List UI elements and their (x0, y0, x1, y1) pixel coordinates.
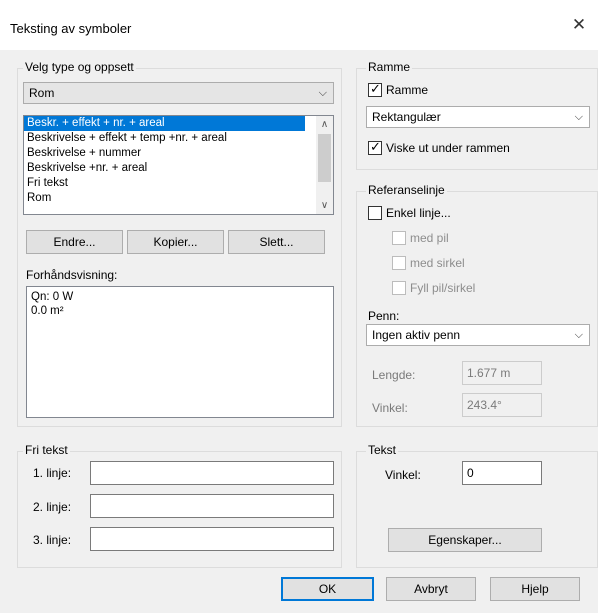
angle-ref-field[interactable]: 243.4° (462, 393, 542, 417)
list-scrollbar[interactable]: ∧ ∨ (316, 116, 333, 214)
with-arrow-checkbox-box[interactable] (392, 231, 406, 245)
checkmark-icon: ✓ (370, 139, 381, 154)
preview-box: Qn: 0 W 0.0 m² (26, 286, 334, 418)
with-circle-checkbox[interactable]: med sirkel (392, 256, 465, 270)
type-listbox[interactable]: Beskr. + effekt + nr. + areal Beskrivels… (23, 115, 334, 215)
properties-button[interactable]: Egenskaper... (388, 528, 542, 552)
with-arrow-checkbox[interactable]: med pil (392, 231, 449, 245)
line2-label: 2. linje: (33, 500, 72, 514)
list-item[interactable]: Beskrivelse + effekt + temp +nr. + areal (24, 131, 333, 146)
line3-input[interactable] (90, 527, 334, 551)
window-title: Teksting av symboler (10, 21, 132, 36)
frame-checkbox-box[interactable]: ✓ (368, 81, 382, 97)
pen-combo[interactable]: Ingen aktiv penn ⌵ (366, 324, 590, 346)
fill-arrow-label: Fyll pil/sirkel (410, 281, 476, 295)
list-item[interactable]: Rom (24, 191, 333, 206)
close-icon[interactable]: ✕ (566, 12, 592, 38)
type-combo[interactable]: Rom ⌵ (23, 82, 334, 104)
frame-shape-value: Rektangulær (372, 110, 441, 124)
list-item[interactable]: Beskrivelse + nummer (24, 146, 333, 161)
dialog: Teksting av symboler ✕ Velg type og opps… (0, 0, 598, 613)
chevron-down-icon: ⌵ (574, 111, 583, 123)
frame-checkbox-label: Ramme (386, 83, 429, 97)
text-group-label: Tekst (366, 443, 399, 457)
text-angle-label: Vinkel: (385, 468, 421, 482)
type-combo-value: Rom (29, 86, 55, 100)
preview-label: Forhåndsvisning: (26, 268, 118, 282)
text-angle-input[interactable]: 0 (462, 461, 542, 485)
line1-label: 1. linje: (33, 466, 72, 480)
pen-label: Penn: (368, 309, 400, 323)
with-circle-label: med sirkel (410, 256, 465, 270)
help-button[interactable]: Hjelp (490, 577, 580, 601)
checkmark-icon: ✓ (370, 81, 381, 96)
free-text-group-label: Fri tekst (23, 443, 70, 457)
copy-button[interactable]: Kopier... (127, 230, 224, 254)
preview-line: Qn: 0 W (31, 291, 74, 303)
length-field[interactable]: 1.677 m (462, 361, 542, 385)
scroll-thumb[interactable] (318, 134, 331, 182)
list-item[interactable]: Fri tekst (24, 176, 333, 191)
ok-button[interactable]: OK (281, 577, 374, 601)
chevron-down-icon: ⌵ (318, 87, 327, 99)
erase-checkbox-box[interactable]: ✓ (368, 139, 382, 155)
length-label: Lengde: (372, 368, 416, 382)
line1-input[interactable] (90, 461, 334, 485)
fill-arrow-checkbox[interactable]: Fyll pil/sirkel (392, 281, 475, 295)
erase-checkbox[interactable]: ✓ Viske ut under rammen (368, 139, 510, 155)
simple-line-checkbox-box[interactable] (368, 206, 382, 220)
line3-label: 3. linje: (33, 533, 72, 547)
simple-line-checkbox[interactable]: Enkel linje... (368, 206, 451, 220)
delete-button[interactable]: Slett... (228, 230, 325, 254)
frame-group-label: Ramme (366, 60, 413, 74)
fill-arrow-checkbox-box[interactable] (392, 281, 406, 295)
frame-shape-combo[interactable]: Rektangulær ⌵ (366, 106, 590, 128)
list-item[interactable]: Beskrivelse +nr. + areal (24, 161, 333, 176)
simple-line-label: Enkel linje... (386, 206, 451, 220)
angle-ref-label: Vinkel: (372, 401, 408, 415)
preview-line: 0.0 m² (31, 305, 64, 317)
reference-line-group-label: Referanselinje (366, 183, 447, 197)
cancel-button[interactable]: Avbryt (386, 577, 476, 601)
list-item[interactable]: Beskr. + effekt + nr. + areal (24, 116, 305, 131)
type-group-label: Velg type og oppsett (23, 60, 136, 74)
edit-button[interactable]: Endre... (26, 230, 123, 254)
scroll-down-icon[interactable]: ∨ (316, 197, 333, 214)
chevron-down-icon: ⌵ (574, 329, 583, 341)
scroll-up-icon[interactable]: ∧ (316, 116, 333, 133)
with-circle-checkbox-box[interactable] (392, 256, 406, 270)
with-arrow-label: med pil (410, 231, 449, 245)
pen-combo-value: Ingen aktiv penn (372, 328, 461, 342)
title-bar: Teksting av symboler ✕ (0, 0, 598, 50)
frame-checkbox[interactable]: ✓ Ramme (368, 81, 429, 97)
erase-checkbox-label: Viske ut under rammen (386, 141, 510, 155)
line2-input[interactable] (90, 494, 334, 518)
